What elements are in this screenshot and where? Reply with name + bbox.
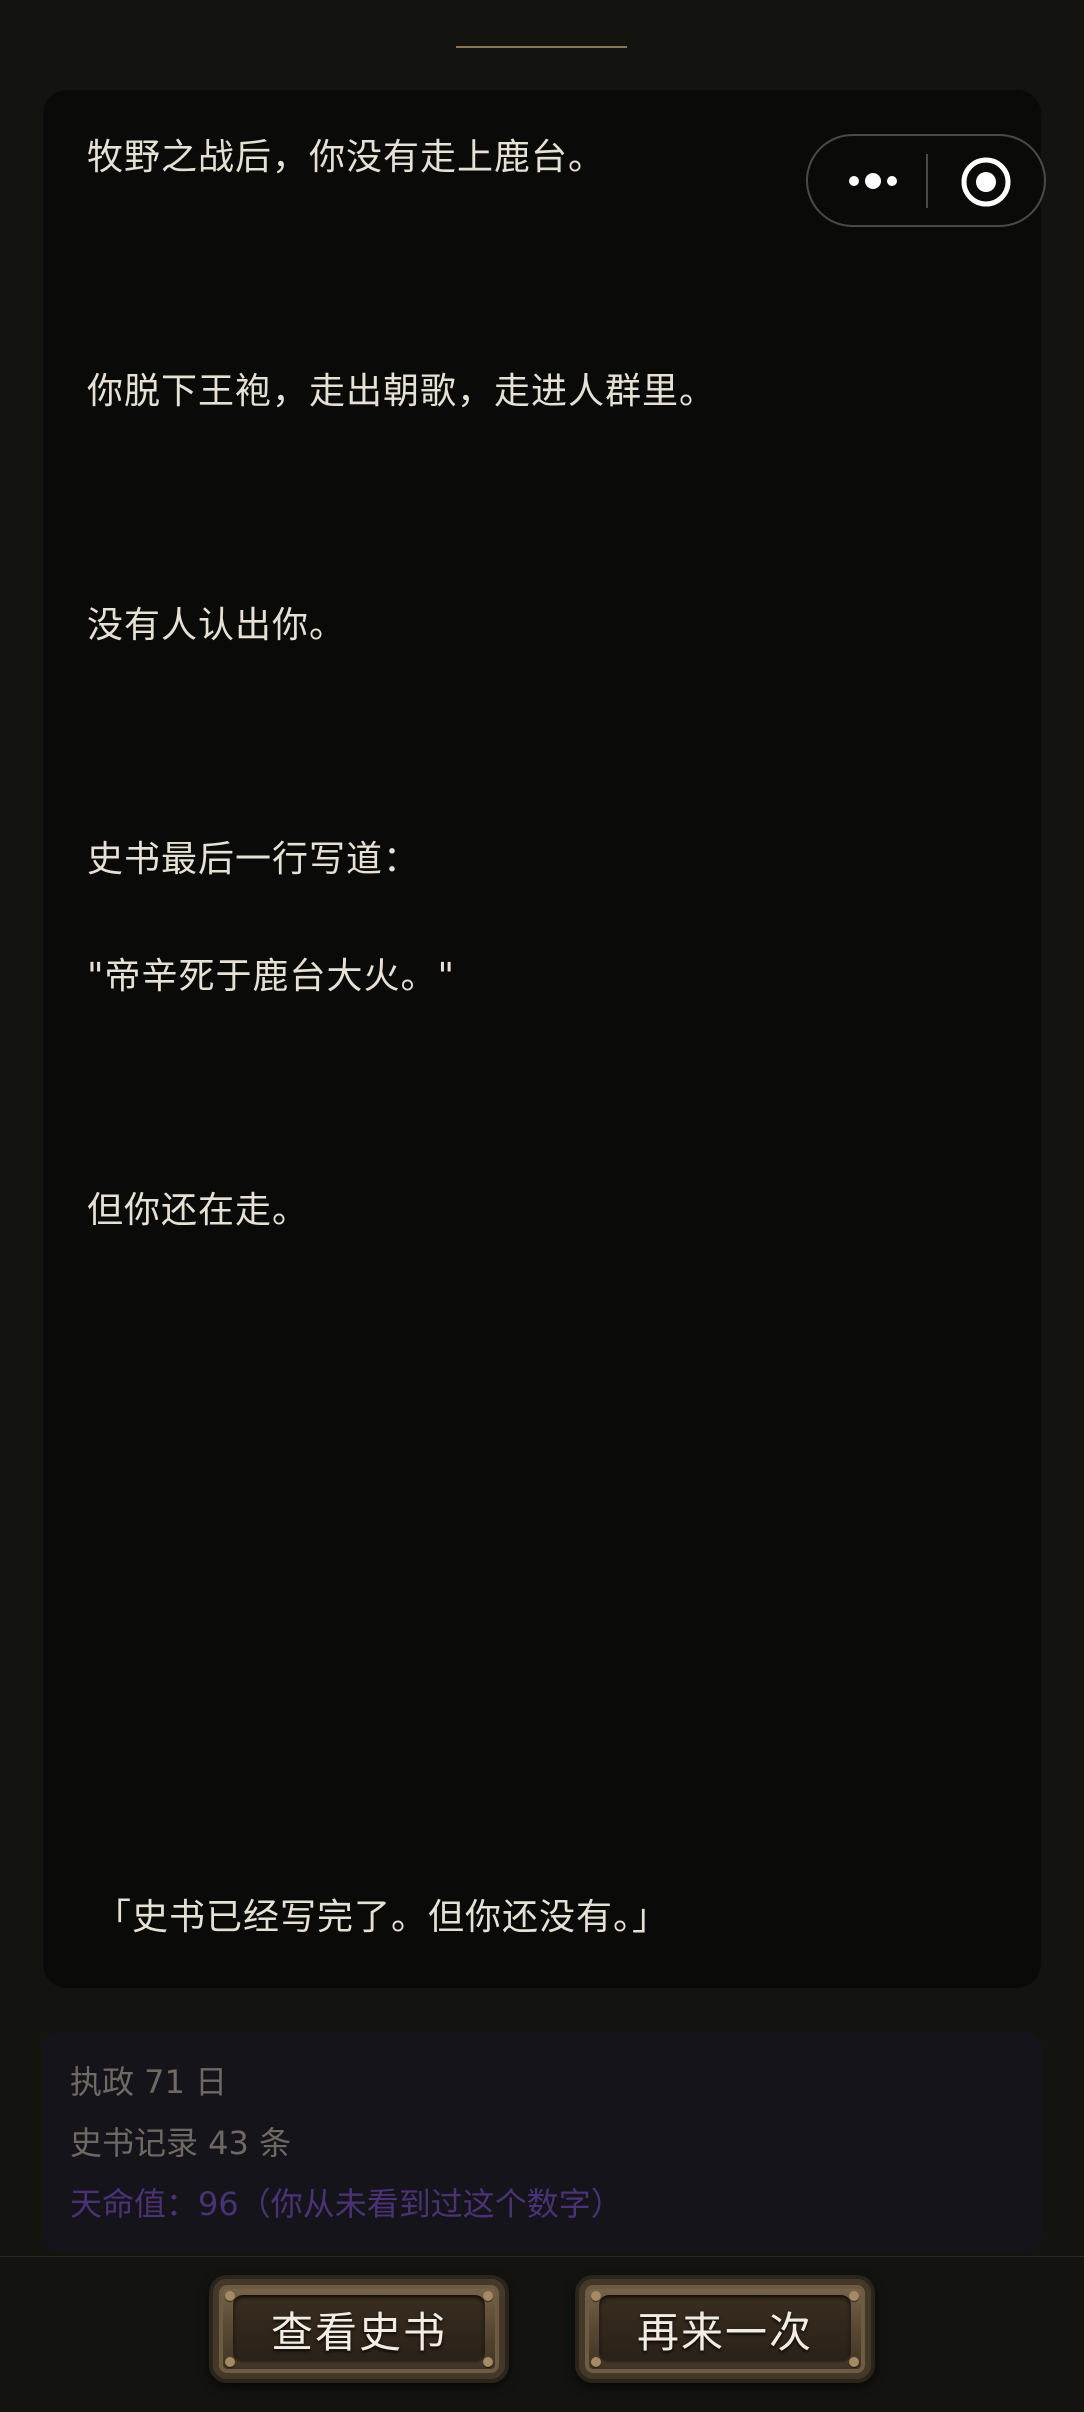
stat-records: 史书记录 43 条 [70, 2124, 292, 2162]
capsule-separator [926, 154, 928, 208]
target-close-icon[interactable] [958, 154, 1014, 210]
mini-program-capsule [806, 134, 1046, 227]
stat-fate: 天命值：96（你从未看到过这个数字） [70, 2185, 623, 2223]
retry-label: 再来一次 [636, 2307, 813, 2357]
story-line-6: 但你还在走。 [87, 1190, 310, 1231]
bottom-action-bar: 查看史书 再来一次 [0, 2256, 1084, 2412]
view-history-label: 查看史书 [270, 2307, 447, 2357]
story-line-3: 没有人认出你。 [87, 605, 347, 646]
story-card: 牧野之战后，你没有走上鹿台。 你脱下王袍，走出朝歌，走进人群里。 没有人认出你。… [43, 90, 1041, 1988]
retry-button[interactable]: 再来一次 [575, 2275, 875, 2383]
ending-page: 牧野之战后，你没有走上鹿台。 你脱下王袍，走出朝歌，走进人群里。 没有人认出你。… [0, 0, 1084, 2412]
story-line-5: "帝辛死于鹿台大火。" [87, 956, 456, 997]
story-line-1: 牧野之战后，你没有走上鹿台。 [87, 137, 606, 178]
stat-days: 执政 71 日 [70, 2063, 228, 2101]
closing-quote: 「史书已经写完了。但你还没有。」 [95, 1897, 670, 1938]
top-divider [456, 46, 627, 48]
stats-card: 执政 71 日 史书记录 43 条 天命值：96（你从未看到过这个数字） [43, 2032, 1041, 2252]
story-line-2: 你脱下王袍，走出朝歌，走进人群里。 [87, 371, 717, 412]
more-dots-icon[interactable] [836, 156, 936, 206]
story-line-4: 史书最后一行写道： [87, 839, 421, 880]
view-history-button[interactable]: 查看史书 [209, 2275, 509, 2383]
